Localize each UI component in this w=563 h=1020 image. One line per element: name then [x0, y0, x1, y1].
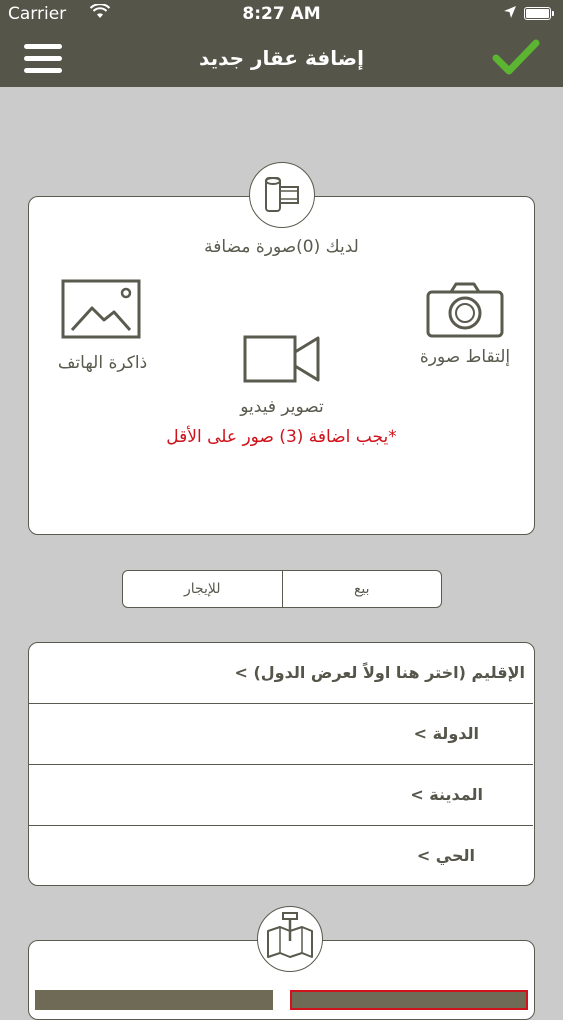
map-pin-icon — [257, 906, 323, 972]
country-row[interactable]: الدولة > — [29, 704, 533, 765]
region-row[interactable]: الإقليم (اختر هنا اولاً لعرض الدول) > — [29, 643, 533, 704]
battery-icon — [524, 7, 554, 20]
region-label: الإقليم (اختر هنا اولاً لعرض الدول) > — [234, 663, 526, 682]
district-label: الحي > — [416, 846, 475, 865]
city-label: المدينة > — [410, 785, 483, 804]
page-title: إضافة عقار جديد — [199, 46, 364, 70]
camera-icon — [425, 282, 505, 344]
status-bar: Carrier 8:27 AM — [0, 0, 563, 30]
record-video-label: تصوير فيديو — [240, 397, 324, 417]
phone-gallery-button[interactable] — [60, 278, 142, 344]
film-roll-icon — [249, 162, 315, 228]
clock: 8:27 AM — [242, 4, 321, 24]
bottom-left-button[interactable] — [35, 990, 273, 1010]
video-camera-icon — [242, 335, 322, 388]
take-photo-label: إلتقاط صورة — [419, 347, 511, 367]
location-arrow-icon — [503, 3, 517, 26]
navigation-bar: إضافة عقار جديد — [0, 30, 563, 87]
country-label: الدولة > — [413, 724, 479, 743]
bottom-right-button[interactable] — [290, 990, 528, 1010]
record-video-button[interactable] — [242, 334, 322, 388]
phone-gallery-label: ذاكرة الهاتف — [57, 353, 148, 373]
sale-segment[interactable]: بيع — [281, 571, 442, 607]
min-photos-warning: *يجب اضافة (3) صور على الأقل — [166, 427, 397, 447]
photos-count-label: لديك (0)صورة مضافة — [204, 237, 359, 257]
image-gallery-icon — [60, 279, 142, 344]
rent-segment[interactable]: للإيجار — [123, 571, 282, 607]
listing-type-segmented-control: للإيجار بيع — [122, 570, 442, 608]
location-card: الإقليم (اختر هنا اولاً لعرض الدول) > ال… — [28, 642, 535, 886]
district-row[interactable]: الحي > — [29, 826, 533, 885]
take-photo-button[interactable] — [425, 280, 505, 344]
checkmark-icon[interactable] — [491, 38, 541, 78]
city-row[interactable]: المدينة > — [29, 765, 533, 826]
